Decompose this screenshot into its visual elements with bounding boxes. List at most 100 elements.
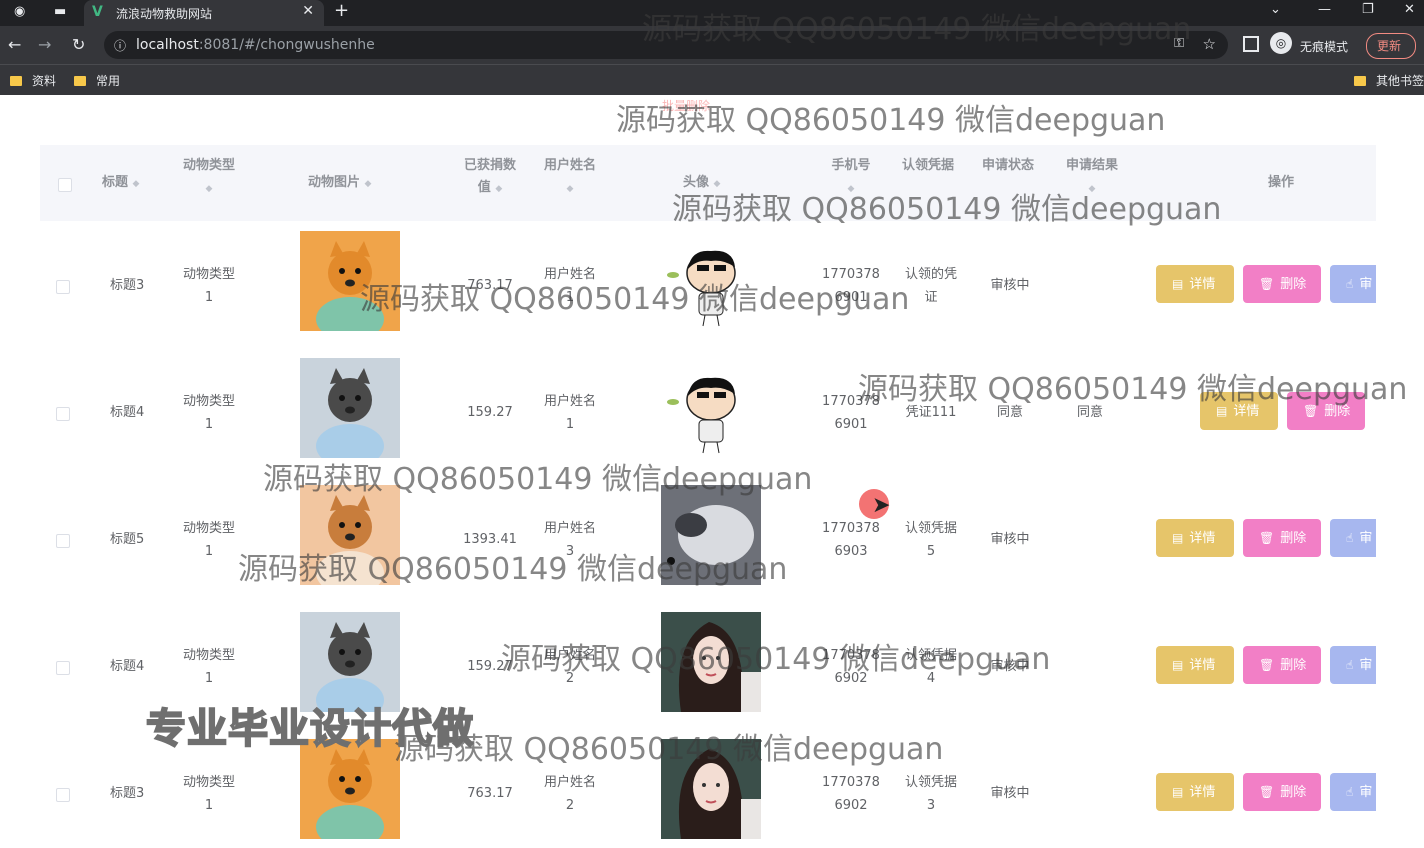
cell-donated: 159.27 xyxy=(467,659,513,674)
select-all-checkbox[interactable] xyxy=(58,178,72,192)
col-status: 申请状态 xyxy=(982,158,1035,173)
cell-status: 审核中 xyxy=(990,786,1030,801)
cell-donated: 763.17 xyxy=(467,278,513,293)
back-icon[interactable]: ← xyxy=(8,35,21,54)
user-avatar[interactable] xyxy=(661,231,761,331)
cell-title: 标题4 xyxy=(110,405,145,420)
table-row[interactable]: 标题3 动物类型 1 763.17 用户姓名 1 1770378 6901 认领的凭证… xyxy=(40,221,1376,349)
update-button[interactable]: 更新 xyxy=(1366,33,1416,59)
col-donated[interactable]: 已获捐数值 ◆ xyxy=(460,155,520,200)
cell-phone: 1770378 6903 xyxy=(822,521,880,559)
address-bar-row: ← → ↻ ⓘ localhost:8081/#/chongwushenhe ⚿… xyxy=(0,26,1424,64)
thumb-icon: ☝ xyxy=(1346,531,1354,545)
new-tab-icon[interactable]: + xyxy=(334,0,349,21)
col-actions: 操作 xyxy=(1268,175,1295,190)
cell-username: 用户姓名 2 xyxy=(543,775,596,813)
document-icon: ▤ xyxy=(1172,785,1184,799)
detail-button[interactable]: ▤ 详情 xyxy=(1156,519,1234,557)
audit-button[interactable]: ☝ 审 xyxy=(1330,646,1376,684)
delete-button[interactable]: 🗑 删除 xyxy=(1243,646,1321,684)
row-checkbox[interactable] xyxy=(56,661,70,675)
cell-animal-type: 动物类型 1 xyxy=(182,394,235,432)
cell-proof: 凭证111 xyxy=(905,405,957,420)
close-window-icon[interactable]: ✕ xyxy=(1404,2,1415,17)
user-avatar[interactable] xyxy=(661,739,761,839)
side-panel-icon[interactable] xyxy=(1243,36,1259,52)
detail-button[interactable]: ▤ 详情 xyxy=(1156,265,1234,303)
cell-phone: 1770378 6901 xyxy=(822,267,880,305)
tab-search-icon[interactable]: ▬ xyxy=(54,4,66,19)
col-result[interactable]: 申请结果 ◆ xyxy=(1062,155,1122,200)
row-checkbox[interactable] xyxy=(56,407,70,421)
detail-button[interactable]: ▤ 详情 xyxy=(1200,392,1278,430)
col-animal-photo[interactable]: 动物图片 ◆ xyxy=(308,172,371,195)
cell-proof: 认领凭据 5 xyxy=(904,521,957,559)
bookmark-star-icon[interactable]: ☆ xyxy=(1203,35,1216,53)
url-text[interactable]: localhost:8081/#/chongwushenhe xyxy=(136,37,375,53)
cell-proof: 认领的凭证 xyxy=(904,267,957,305)
col-proof: 认领凭据 xyxy=(902,158,955,173)
close-tab-icon[interactable]: ✕ xyxy=(302,3,314,19)
thumb-icon: ☝ xyxy=(1346,277,1354,291)
row-checkbox[interactable] xyxy=(56,788,70,802)
thumb-icon: ☝ xyxy=(1346,785,1354,799)
batch-delete-button[interactable]: 批量删除 xyxy=(662,97,710,114)
maximize-icon[interactable]: ❐ xyxy=(1362,2,1374,17)
audit-button[interactable]: ☝ 审 xyxy=(1330,265,1376,303)
incognito-label: 无痕模式 xyxy=(1300,40,1349,54)
mouse-pointer-icon: ➤ xyxy=(872,493,891,518)
cell-proof: 认领凭据 4 xyxy=(904,648,957,686)
cell-phone: 1770378 6901 xyxy=(822,394,880,432)
active-tab[interactable]: V 流浪动物救助网站 ✕ xyxy=(84,0,324,26)
audit-button[interactable]: ☝ 审 xyxy=(1330,773,1376,811)
password-key-icon[interactable]: ⚿ xyxy=(1174,36,1184,51)
col-avatar[interactable]: 头像 ◆ xyxy=(683,172,720,195)
delete-button[interactable]: 🗑 删除 xyxy=(1243,265,1321,303)
cell-result: 同意 xyxy=(1076,405,1103,420)
detail-button[interactable]: ▤ 详情 xyxy=(1156,646,1234,684)
browser-menu-icon[interactable]: ◉ xyxy=(14,4,25,19)
user-avatar[interactable] xyxy=(661,485,761,585)
folder-icon xyxy=(74,76,86,86)
bookmark-folder-changyong[interactable]: 常用 xyxy=(74,72,120,89)
thumb-icon: ☝ xyxy=(1346,658,1354,672)
animal-photo[interactable] xyxy=(300,739,400,848)
col-phone[interactable]: 手机号 ◆ xyxy=(826,155,876,200)
cell-title: 标题5 xyxy=(110,532,145,547)
cell-status: 审核中 xyxy=(990,278,1030,293)
document-icon: ▤ xyxy=(1172,277,1184,291)
other-bookmarks[interactable]: 其他书签 xyxy=(1354,72,1424,89)
table-header: 标题 ◆ 动物类型 ◆ 动物图片 ◆ 已获捐数值 ◆ 用户姓名 ◆ 头像 ◆ 手机号… xyxy=(40,145,1376,221)
detail-button[interactable]: ▤ 详情 xyxy=(1156,773,1234,811)
forward-icon[interactable]: → xyxy=(38,35,51,54)
omnibox[interactable]: ⓘ localhost:8081/#/chongwushenhe ⚿ ☆ xyxy=(104,31,1228,59)
animal-photo[interactable] xyxy=(300,485,400,595)
bookmarks-bar: 资料 常用 其他书签 xyxy=(0,64,1424,95)
user-avatar[interactable] xyxy=(661,612,761,712)
col-animal-type[interactable]: 动物类型 ◆ xyxy=(176,155,242,200)
delete-button[interactable]: 🗑 删除 xyxy=(1243,773,1321,811)
minimize-icon[interactable]: — xyxy=(1318,2,1331,17)
user-avatar[interactable] xyxy=(661,358,761,458)
site-info-icon[interactable]: ⓘ xyxy=(114,37,126,54)
reload-icon[interactable]: ↻ xyxy=(72,35,85,54)
delete-button[interactable]: 🗑 删除 xyxy=(1243,519,1321,557)
audit-button[interactable]: ☝ 审 xyxy=(1330,519,1376,557)
delete-button[interactable]: 🗑 删除 xyxy=(1287,392,1365,430)
animal-photo[interactable] xyxy=(300,231,400,341)
cell-donated: 763.17 xyxy=(467,786,513,801)
col-title[interactable]: 标题 ◆ xyxy=(102,172,139,195)
animal-photo[interactable] xyxy=(300,358,400,468)
bookmark-folder-ziliao[interactable]: 资料 xyxy=(10,72,56,89)
folder-icon xyxy=(10,76,22,86)
table-row[interactable]: 标题4 动物类型 1 159.27 用户姓名 1 1770378 6901 凭证111… xyxy=(40,348,1376,476)
cell-donated: 159.27 xyxy=(467,405,513,420)
cell-title: 标题4 xyxy=(110,659,145,674)
tab-list-chevron-icon[interactable]: ⌄ xyxy=(1270,2,1281,17)
col-username[interactable]: 用户姓名 ◆ xyxy=(538,155,602,200)
incognito-icon: ◎ xyxy=(1270,32,1292,54)
cell-animal-type: 动物类型 1 xyxy=(182,521,235,559)
row-checkbox[interactable] xyxy=(56,280,70,294)
table-row[interactable]: 标题5 动物类型 1 1393.41 用户姓名 3 1770378 6903 认领凭据… xyxy=(40,475,1376,603)
row-checkbox[interactable] xyxy=(56,534,70,548)
